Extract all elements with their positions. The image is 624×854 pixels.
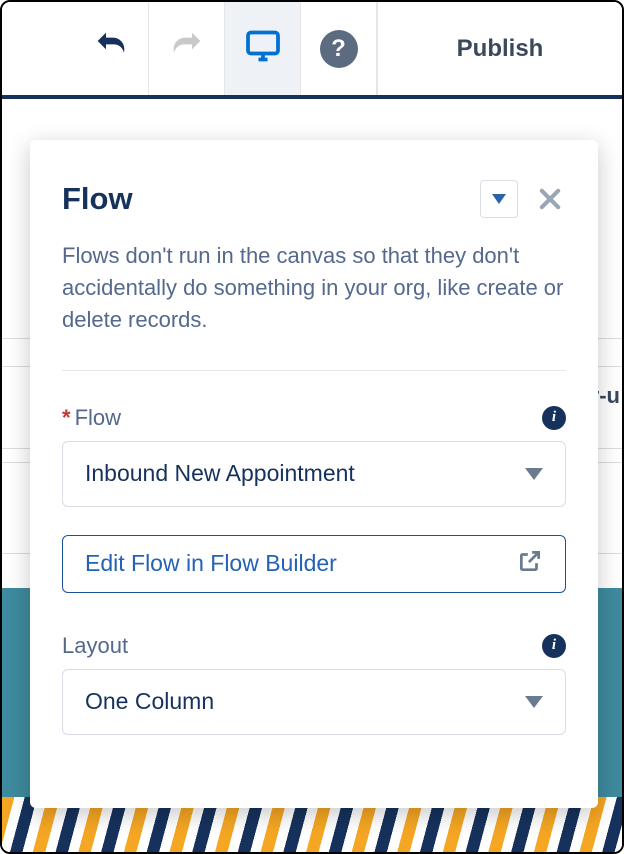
chevron-down-icon	[492, 194, 506, 204]
toolbar-spacer	[2, 2, 73, 95]
publish-label: Publish	[457, 35, 544, 63]
flow-field: *Flow i Inbound New Appointment	[62, 405, 566, 507]
help-icon: ?	[320, 30, 358, 68]
field-label-row: Layout i	[62, 633, 566, 659]
close-button[interactable]	[534, 183, 566, 215]
undo-icon	[91, 26, 131, 71]
flow-label: *Flow	[62, 405, 121, 431]
info-icon[interactable]: i	[542, 406, 566, 430]
flow-select[interactable]: Inbound New Appointment	[62, 441, 566, 507]
field-label-row: *Flow i	[62, 405, 566, 431]
layout-value: One Column	[85, 688, 214, 715]
edit-flow-label: Edit Flow in Flow Builder	[85, 550, 337, 577]
redo-icon	[167, 26, 207, 71]
close-icon	[536, 185, 564, 213]
layout-field: Layout i One Column	[62, 633, 566, 735]
external-link-icon	[517, 548, 543, 580]
flow-value: Inbound New Appointment	[85, 460, 355, 487]
edit-flow-button[interactable]: Edit Flow in Flow Builder	[62, 535, 566, 593]
panel-description: Flows don't run in the canvas so that th…	[62, 240, 566, 336]
info-icon[interactable]: i	[542, 634, 566, 658]
collapse-button[interactable]	[480, 180, 518, 218]
desktop-icon	[245, 28, 281, 69]
help-button[interactable]: ?	[301, 2, 377, 95]
app-frame: ? Publish r-u Flow	[0, 0, 624, 854]
divider	[62, 370, 566, 371]
panel-header: Flow	[62, 180, 566, 218]
publish-button[interactable]: Publish	[377, 2, 622, 95]
panel-title: Flow	[62, 181, 133, 217]
component-panel: Flow Flows don't run in the canvas so th…	[30, 140, 598, 808]
layout-select[interactable]: One Column	[62, 669, 566, 735]
chevron-down-icon	[525, 696, 543, 708]
undo-button[interactable]	[73, 2, 149, 95]
preview-button[interactable]	[225, 2, 301, 95]
panel-header-actions	[480, 180, 566, 218]
toolbar: ? Publish	[2, 2, 622, 99]
redo-button[interactable]	[149, 2, 225, 95]
layout-label: Layout	[62, 633, 128, 659]
chevron-down-icon	[525, 468, 543, 480]
